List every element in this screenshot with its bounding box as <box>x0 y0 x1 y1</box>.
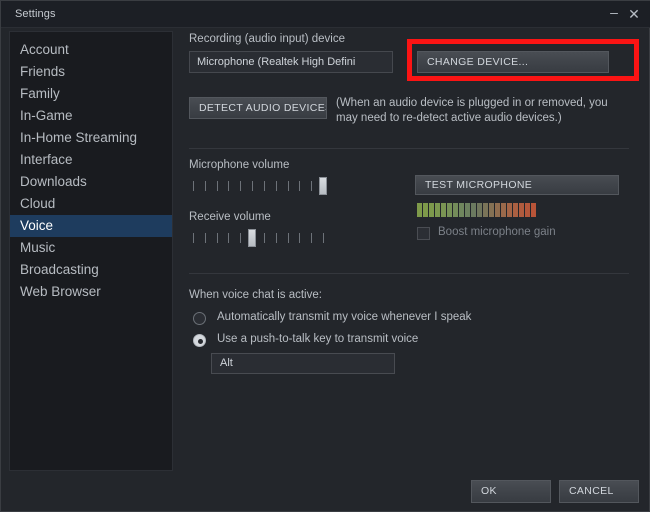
sidebar-item-cloud[interactable]: Cloud <box>10 193 172 215</box>
radio-auto-transmit-label: Automatically transmit my voice whenever… <box>217 311 472 323</box>
level-meter-segment <box>429 203 434 217</box>
receive-volume-tick <box>263 233 265 243</box>
voice-settings-panel: Recording (audio input) device Microphon… <box>181 31 643 471</box>
settings-window: Settings – ✕ Account Friends Family In-Game… <box>0 0 650 512</box>
microphone-volume-tick <box>193 181 194 191</box>
microphone-volume-tick <box>240 181 242 191</box>
receive-volume-tick <box>204 233 206 243</box>
sidebar-item-account[interactable]: Account <box>10 39 172 61</box>
radio-push-to-talk-control[interactable] <box>193 334 206 347</box>
close-icon[interactable]: ✕ <box>625 5 643 23</box>
level-meter-segment <box>459 203 464 217</box>
sidebar-item-web-browser[interactable]: Web Browser <box>10 281 172 303</box>
level-meter-segment <box>477 203 482 217</box>
sidebar-item-in-home-streaming[interactable]: In-Home Streaming <box>10 127 172 149</box>
test-microphone-button[interactable]: TEST MICROPHONE <box>415 175 619 195</box>
microphone-volume-slider[interactable] <box>189 177 329 195</box>
level-meter-segment <box>531 203 536 217</box>
title-bar: Settings – ✕ <box>1 1 650 28</box>
level-meter-segment <box>489 203 494 217</box>
detect-devices-note: (When an audio device is plugged in or r… <box>336 97 608 124</box>
receive-volume-tick <box>287 233 289 243</box>
boost-gain-label: Boost microphone gain <box>438 226 556 238</box>
sidebar-item-music[interactable]: Music <box>10 237 172 259</box>
level-meter-segment <box>441 203 446 217</box>
microphone-volume-tick <box>275 181 277 191</box>
receive-volume-label: Receive volume <box>189 211 271 223</box>
microphone-level-meter <box>417 203 557 217</box>
microphone-volume-tick <box>311 181 313 191</box>
level-meter-segment <box>507 203 512 217</box>
footer-bar: OK CANCEL <box>1 472 649 511</box>
cancel-button[interactable]: CANCEL <box>559 480 639 503</box>
microphone-volume-tick <box>299 181 301 191</box>
level-meter-segment <box>423 203 428 217</box>
divider-bottom <box>189 273 629 274</box>
sidebar-item-downloads[interactable]: Downloads <box>10 171 172 193</box>
microphone-volume-tick <box>228 181 230 191</box>
receive-volume-slider[interactable] <box>189 229 329 247</box>
sidebar: Account Friends Family In-Game In-Home Strea… <box>9 31 173 471</box>
recording-device-select[interactable]: Microphone (Realtek High Defini <box>189 51 393 73</box>
level-meter-segment <box>417 203 422 217</box>
receive-volume-tick <box>216 233 218 243</box>
sidebar-item-broadcasting[interactable]: Broadcasting <box>10 259 172 281</box>
receive-volume-tick <box>311 233 313 243</box>
receive-volume-tick <box>228 233 230 243</box>
level-meter-segment <box>513 203 518 217</box>
receive-volume-tick <box>323 233 324 243</box>
sidebar-item-family[interactable]: Family <box>10 83 172 105</box>
receive-volume-tick <box>275 233 277 243</box>
microphone-volume-label: Microphone volume <box>189 159 290 171</box>
boost-gain-checkbox[interactable] <box>417 227 430 240</box>
microphone-volume-tick <box>216 181 218 191</box>
microphone-volume-tick <box>204 181 206 191</box>
level-meter-segment <box>453 203 458 217</box>
microphone-volume-tick <box>263 181 265 191</box>
push-to-talk-key-input[interactable]: Alt <box>211 353 395 374</box>
level-meter-segment <box>465 203 470 217</box>
divider-top <box>189 148 629 149</box>
level-meter-segment <box>525 203 530 217</box>
window-title: Settings <box>15 8 56 20</box>
sidebar-item-voice[interactable]: Voice <box>10 215 172 237</box>
level-meter-segment <box>519 203 524 217</box>
ok-button[interactable]: OK <box>471 480 551 503</box>
recording-device-label: Recording (audio input) device <box>189 33 345 45</box>
level-meter-segment <box>501 203 506 217</box>
receive-volume-handle[interactable] <box>248 229 257 247</box>
radio-auto-transmit-control[interactable] <box>193 312 206 325</box>
level-meter-segment <box>435 203 440 217</box>
microphone-volume-handle[interactable] <box>319 177 327 195</box>
microphone-volume-tick <box>287 181 289 191</box>
detect-audio-devices-button[interactable]: DETECT AUDIO DEVICES <box>189 97 327 119</box>
level-meter-segment <box>471 203 476 217</box>
level-meter-segment <box>447 203 452 217</box>
radio-selected-dot <box>197 338 203 344</box>
level-meter-segment <box>483 203 488 217</box>
change-device-button[interactable]: CHANGE DEVICE... <box>417 51 609 73</box>
voice-chat-active-label: When voice chat is active: <box>189 289 322 301</box>
receive-volume-tick <box>299 233 301 243</box>
sidebar-item-interface[interactable]: Interface <box>10 149 172 171</box>
receive-volume-tick <box>193 233 194 243</box>
minimize-icon[interactable]: – <box>605 5 623 23</box>
radio-push-to-talk-label: Use a push-to-talk key to transmit voice <box>217 333 419 345</box>
microphone-volume-tick <box>252 181 254 191</box>
level-meter-segment <box>495 203 500 217</box>
sidebar-item-friends[interactable]: Friends <box>10 61 172 83</box>
receive-volume-tick <box>240 233 242 243</box>
sidebar-item-in-game[interactable]: In-Game <box>10 105 172 127</box>
